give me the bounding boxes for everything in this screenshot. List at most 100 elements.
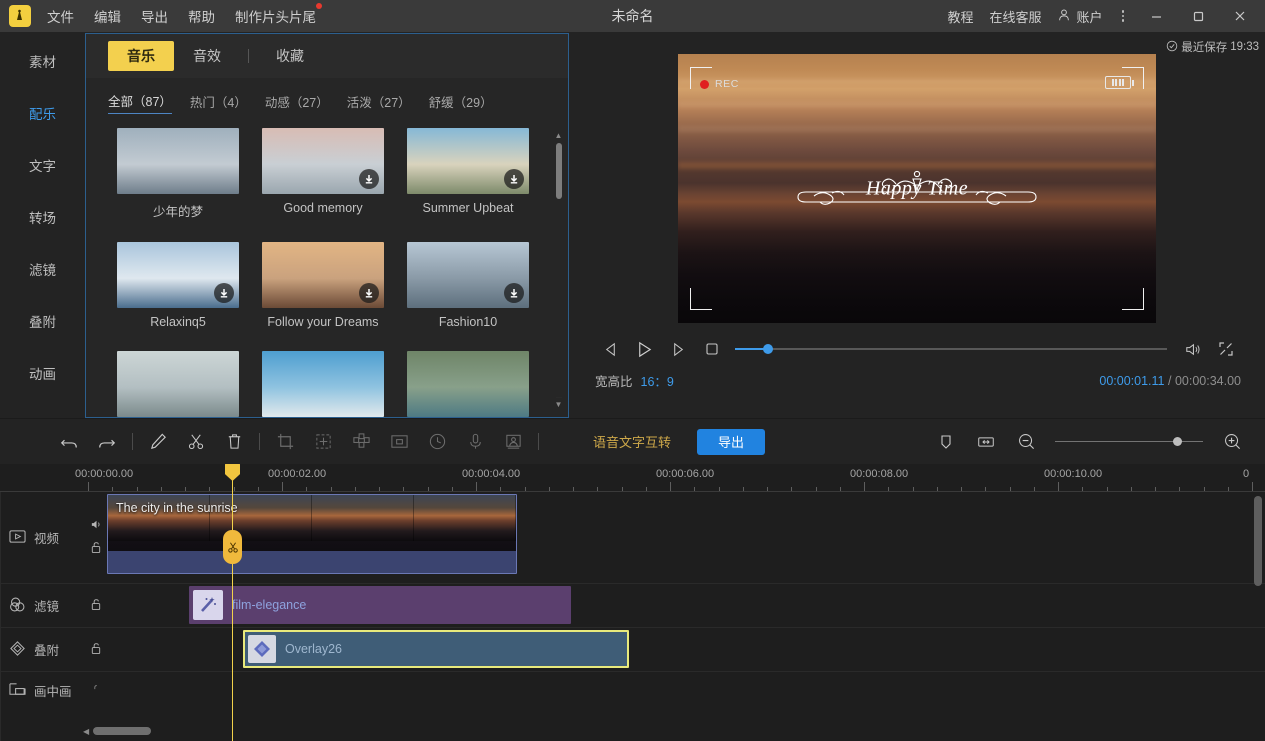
track-pip[interactable]: 画中画 — [0, 672, 1265, 716]
media-thumbnail[interactable] — [407, 242, 529, 308]
download-icon[interactable] — [359, 283, 379, 303]
track-head-overlay[interactable]: 叠附 — [0, 628, 85, 671]
scroll-down-icon[interactable]: ▼ — [555, 401, 563, 409]
timeline-zoom-slider[interactable] — [1055, 434, 1203, 450]
export-button[interactable]: 导出 — [697, 429, 765, 455]
account-button[interactable]: 账户 — [1057, 7, 1102, 26]
track-body-pip[interactable] — [107, 672, 1265, 716]
media-thumbnail[interactable] — [407, 351, 529, 417]
tab-sound-effects[interactable]: 音效 — [174, 41, 240, 71]
scroll-thumb[interactable] — [556, 143, 562, 199]
tab-favorites[interactable]: 收藏 — [257, 41, 323, 71]
fit-to-window-icon[interactable] — [967, 426, 1005, 458]
download-icon[interactable] — [359, 169, 379, 189]
hscroll-thumb[interactable] — [93, 727, 151, 735]
play-icon[interactable] — [627, 336, 661, 362]
track-overlay[interactable]: 叠附 Overlay26 — [0, 628, 1265, 672]
track-body-filter[interactable]: film-elegance — [107, 584, 1265, 627]
speech-to-text-button[interactable]: 语音文字互转 — [593, 432, 671, 451]
delete-trash-icon[interactable] — [215, 426, 253, 458]
scroll-track[interactable] — [556, 143, 562, 398]
category-all[interactable]: 全部（87） — [108, 91, 172, 114]
track-filter[interactable]: 滤镜 film-elegance — [0, 584, 1265, 628]
track-body-overlay[interactable]: Overlay26 — [107, 628, 1265, 671]
zoom-in-icon[interactable] — [1213, 426, 1251, 458]
track-body-video[interactable]: The city in the sunrise — [107, 492, 1265, 583]
sidebar-item-music[interactable]: 配乐 — [0, 87, 85, 139]
timeline-panel[interactable]: 00:00:00.00 00:00:02.00 00:00:04.00 00:0… — [0, 464, 1265, 741]
media-thumbnail[interactable] — [117, 128, 239, 194]
sidebar-item-animation[interactable]: 动画 — [0, 347, 85, 399]
close-icon[interactable] — [1227, 4, 1253, 28]
menu-help[interactable]: 帮助 — [188, 6, 215, 26]
media-thumbnail[interactable] — [117, 242, 239, 308]
media-card[interactable]: Good memory — [262, 128, 384, 220]
category-dynamic[interactable]: 动感（27） — [265, 92, 329, 114]
download-icon[interactable] — [504, 169, 524, 189]
previous-frame-icon[interactable] — [593, 336, 627, 362]
volume-icon[interactable] — [1175, 336, 1209, 362]
next-frame-icon[interactable] — [661, 336, 695, 362]
transform-icon[interactable] — [304, 426, 342, 458]
category-hot[interactable]: 热门（4） — [190, 92, 247, 114]
sidebar-item-text[interactable]: 文字 — [0, 139, 85, 191]
playback-progress-slider[interactable] — [735, 340, 1167, 358]
menu-export[interactable]: 导出 — [141, 6, 168, 26]
edit-pencil-icon[interactable] — [139, 426, 177, 458]
track-head-pip[interactable]: 画中画 — [0, 672, 85, 716]
speed-clock-icon[interactable] — [418, 426, 456, 458]
sidebar-item-overlay[interactable]: 叠附 — [0, 295, 85, 347]
aspect-ratio-value[interactable]: 16：9 — [641, 371, 674, 390]
redo-icon[interactable] — [88, 426, 126, 458]
timeline-horizontal-scrollbar[interactable]: ◀ — [88, 727, 1168, 736]
progress-knob[interactable] — [763, 344, 773, 354]
microphone-icon[interactable] — [456, 426, 494, 458]
playhead-cut-icon[interactable] — [223, 530, 242, 564]
download-icon[interactable] — [214, 283, 234, 303]
sidebar-item-media[interactable]: 素材 — [0, 35, 85, 87]
cut-scissors-icon[interactable] — [177, 426, 215, 458]
timeline-vertical-scrollbar[interactable] — [1254, 496, 1262, 586]
maximize-icon[interactable] — [1185, 4, 1211, 28]
track-head-filter[interactable]: 滤镜 — [0, 584, 85, 627]
portrait-icon[interactable] — [494, 426, 532, 458]
speaker-icon[interactable] — [90, 518, 103, 534]
online-support-link[interactable]: 在线客服 — [989, 7, 1041, 26]
stop-icon[interactable] — [695, 336, 729, 362]
crop-icon[interactable] — [266, 426, 304, 458]
tutorial-link[interactable]: 教程 — [947, 7, 973, 26]
media-card[interactable] — [262, 351, 384, 417]
category-lively[interactable]: 活泼（27） — [347, 92, 411, 114]
timeline-ruler[interactable]: 00:00:00.00 00:00:02.00 00:00:04.00 00:0… — [0, 464, 1265, 492]
media-thumbnail[interactable] — [262, 242, 384, 308]
zoom-knob[interactable] — [1173, 437, 1182, 446]
tab-music[interactable]: 音乐 — [108, 41, 174, 71]
media-thumbnail[interactable] — [117, 351, 239, 417]
category-soothing[interactable]: 舒缓（29） — [429, 92, 493, 114]
fullscreen-icon[interactable] — [1209, 336, 1243, 362]
clip-filter[interactable]: film-elegance — [189, 586, 571, 624]
download-icon[interactable] — [504, 283, 524, 303]
media-thumbnail[interactable] — [407, 128, 529, 194]
track-head-video[interactable]: 视频 — [0, 492, 85, 583]
hscroll-left-arrow[interactable]: ◀ — [83, 727, 89, 736]
more-vertical-icon[interactable] — [1119, 10, 1128, 22]
video-preview[interactable]: REC — [678, 54, 1156, 323]
media-card[interactable]: 少年的梦 — [117, 128, 239, 220]
lock-open-icon-pip[interactable] — [91, 684, 102, 699]
media-card[interactable]: Fashion10 — [407, 242, 529, 329]
mosaic-grid-icon[interactable] — [342, 426, 380, 458]
media-card[interactable] — [407, 351, 529, 417]
marker-icon[interactable] — [927, 426, 965, 458]
media-scrollbar[interactable]: ▲ ▼ — [553, 132, 564, 409]
lock-open-icon-overlay[interactable] — [90, 642, 102, 658]
sidebar-item-filter[interactable]: 滤镜 — [0, 243, 85, 295]
sidebar-item-transition[interactable]: 转场 — [0, 191, 85, 243]
lock-open-icon-filter[interactable] — [90, 598, 102, 614]
media-card[interactable]: Summer Upbeat — [407, 128, 529, 220]
zoom-out-icon[interactable] — [1007, 426, 1045, 458]
media-thumbnail[interactable] — [262, 128, 384, 194]
menu-intro-outro[interactable]: 制作片头片尾 — [235, 6, 316, 26]
lock-open-icon-video[interactable] — [90, 541, 102, 557]
menu-file[interactable]: 文件 — [47, 6, 74, 26]
